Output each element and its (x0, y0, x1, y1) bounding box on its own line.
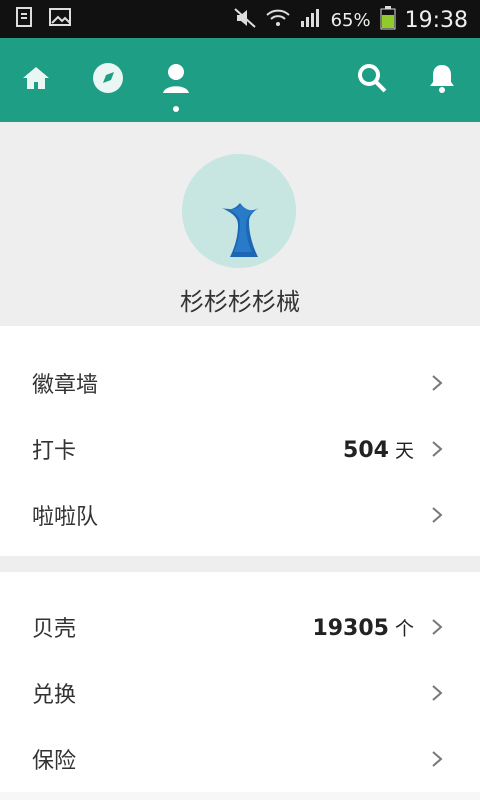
check-in-days: 504 天 (343, 436, 414, 463)
avatar[interactable] (182, 154, 296, 268)
mute-icon (233, 7, 257, 34)
menu-item-label: 兑换 (32, 683, 77, 708)
menu-item-value: 504 (343, 437, 389, 463)
notifications-button[interactable] (424, 62, 460, 98)
menu-item-insurance[interactable]: 保险 (0, 726, 480, 792)
chevron-right-icon (432, 507, 443, 523)
sim-icon (14, 6, 36, 32)
search-button[interactable] (354, 62, 390, 98)
menu-item-badge-wall[interactable]: 徽章墙 (0, 350, 480, 416)
battery-icon (379, 5, 397, 36)
image-icon (48, 6, 72, 32)
menu-item-exchange[interactable]: 兑换 (0, 660, 480, 726)
menu-item-cheer-team[interactable]: 啦啦队 (0, 482, 480, 548)
shell-count: 19305 个 (312, 614, 414, 641)
top-nav (0, 38, 480, 122)
chevron-right-icon (432, 441, 443, 457)
menu-item-value: 19305 (312, 615, 389, 641)
menu-item-label: 贝壳 (32, 617, 77, 642)
chevron-right-icon (432, 619, 443, 635)
discover-button[interactable] (90, 62, 126, 98)
bell-icon (425, 61, 459, 99)
menu-item-label: 啦啦队 (32, 505, 99, 530)
menu-item-label: 保险 (32, 749, 77, 774)
compass-icon (91, 61, 125, 99)
menu-item-unit: 个 (394, 617, 414, 640)
menu-section-2: 贝壳 19305 个 兑换 保险 (0, 572, 480, 792)
menu-item-label: 打卡 (32, 439, 77, 464)
battery-percent: 65% (330, 10, 371, 31)
username: 杉杉杉杉械 (180, 288, 300, 316)
active-tab-indicator (173, 106, 179, 112)
profile-header: 杉杉杉杉械 (0, 122, 480, 326)
clock: 19:38 (404, 8, 468, 33)
search-icon (355, 61, 389, 99)
menu-item-shells[interactable]: 贝壳 19305 个 (0, 594, 480, 660)
wifi-icon (265, 7, 291, 34)
menu-section-1: 徽章墙 打卡 504 天 啦啦队 (0, 326, 480, 556)
profile-button[interactable] (158, 62, 194, 98)
section-divider (0, 556, 480, 572)
home-icon (19, 61, 53, 99)
menu-item-unit: 天 (394, 439, 414, 462)
signal-icon (299, 7, 323, 34)
chevron-right-icon (432, 685, 443, 701)
menu-item-label: 徽章墙 (32, 373, 99, 398)
status-bar: 65% 19:38 (0, 0, 480, 38)
chevron-right-icon (432, 751, 443, 767)
chevron-right-icon (432, 375, 443, 391)
person-icon (159, 61, 193, 99)
menu-item-check-in[interactable]: 打卡 504 天 (0, 416, 480, 482)
home-button[interactable] (18, 62, 54, 98)
